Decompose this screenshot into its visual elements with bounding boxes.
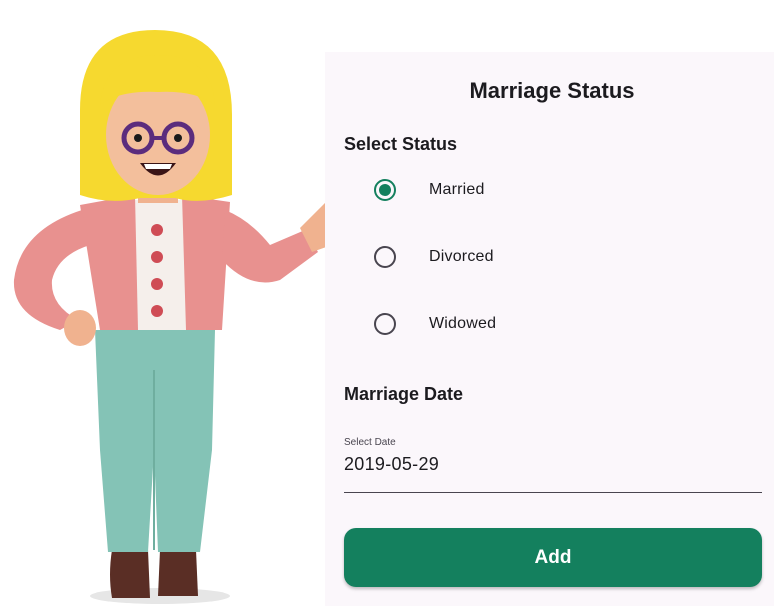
- page: Marriage Status Select Status Married Di…: [0, 0, 774, 606]
- radio-option-widowed[interactable]: Widowed: [374, 311, 496, 337]
- marriage-date-field[interactable]: Select Date 2019-05-29: [344, 434, 762, 493]
- radio-label-widowed: Widowed: [429, 315, 497, 332]
- woman-pointing-illustration: [13, 30, 349, 604]
- marriage-status-card: Marriage Status Select Status Married Di…: [325, 52, 774, 606]
- radio-button-checked-icon[interactable]: [374, 179, 396, 201]
- radio-label-married: Married: [429, 181, 485, 198]
- date-field-value[interactable]: 2019-05-29: [344, 454, 439, 475]
- radio-option-married[interactable]: Married: [374, 177, 485, 203]
- page-title: Marriage Status: [469, 78, 635, 103]
- marriage-date-section-label: Marriage Date: [344, 384, 464, 404]
- radio-button-unchecked-icon[interactable]: [374, 313, 396, 335]
- add-button[interactable]: Add: [344, 528, 762, 587]
- radio-button-unchecked-icon[interactable]: [374, 246, 396, 268]
- date-field-label: Select Date: [344, 437, 396, 448]
- radio-option-divorced[interactable]: Divorced: [374, 244, 494, 270]
- radio-label-divorced: Divorced: [429, 248, 494, 265]
- status-section-label: Select Status: [344, 134, 458, 154]
